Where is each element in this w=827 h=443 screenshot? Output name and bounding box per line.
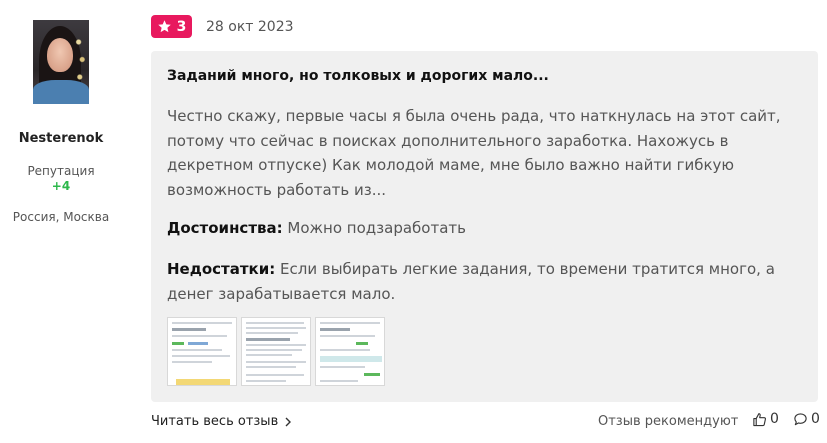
review-title[interactable]: Заданий много, но толковых и дорогих мал… — [167, 68, 549, 84]
review-image-thumb[interactable] — [241, 317, 311, 386]
chevron-right-icon — [285, 417, 292, 426]
review-cons: Недостатки: Если выбирать легкие задания… — [167, 257, 797, 307]
review-image-thumb[interactable] — [167, 317, 237, 386]
user-location: Россия, Москва — [12, 210, 110, 224]
rating-value: 3 — [176, 18, 187, 35]
pros-label: Достоинства: — [167, 219, 283, 237]
thumbs-up-icon — [753, 412, 767, 426]
cons-label: Недостатки: — [167, 260, 276, 278]
rating-badge: 3 — [151, 15, 192, 38]
comment-button[interactable]: 0 — [793, 411, 820, 427]
review-pros: Достоинства: Можно подзаработать — [167, 216, 797, 240]
read-more-label: Читать весь отзыв — [151, 414, 279, 429]
recommend-label: Отзыв рекомендуют — [598, 414, 739, 429]
review-body: Честно скажу, первые часы я была очень р… — [167, 107, 781, 199]
comment-icon — [794, 412, 807, 425]
star-icon — [157, 20, 171, 33]
username[interactable]: Nesterenok — [0, 131, 122, 146]
avatar[interactable] — [33, 20, 89, 104]
reputation-value: +4 — [51, 179, 71, 193]
review-card: Заданий много, но толковых и дорогих мал… — [151, 51, 818, 402]
review-date: 28 окт 2023 — [206, 19, 294, 35]
likes-count: 0 — [770, 411, 779, 427]
read-full-review-link[interactable]: Читать весь отзыв — [151, 414, 292, 429]
pros-text: Можно подзаработать — [287, 219, 466, 237]
comments-count: 0 — [811, 411, 820, 427]
reputation-label: Репутация — [27, 164, 95, 178]
review-images — [167, 317, 385, 386]
review-image-thumb[interactable] — [315, 317, 385, 386]
like-button[interactable]: 0 — [752, 411, 779, 427]
